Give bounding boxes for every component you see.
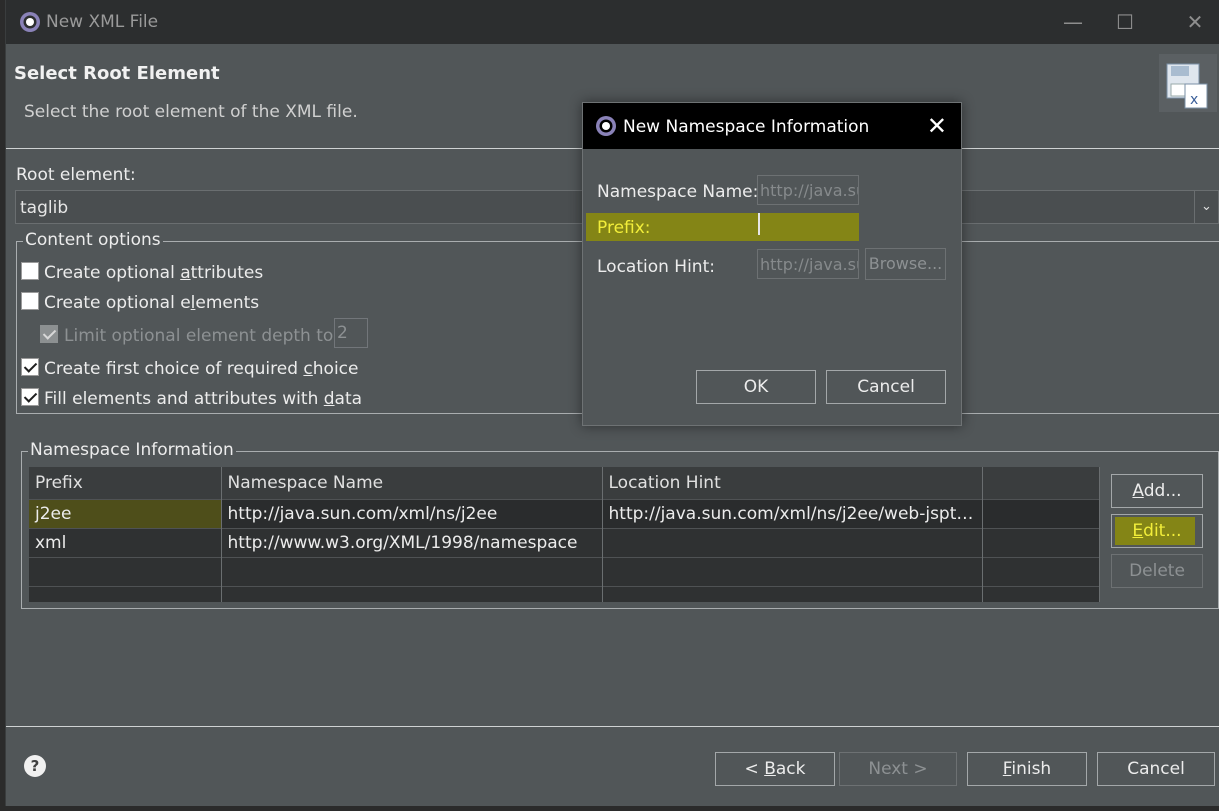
namespace-name-field[interactable]: http://java.su — [757, 175, 859, 205]
table-row-empty — [29, 585, 1100, 602]
close-button[interactable]: ✕ — [1179, 8, 1211, 36]
eclipse-app-icon — [596, 116, 616, 136]
svg-text:x: x — [1190, 92, 1198, 108]
create-first-choice-label[interactable]: Create first choice of required choice — [44, 359, 358, 379]
location-hint-field[interactable]: http://java.su — [757, 249, 859, 279]
dialog-titlebar[interactable]: New Namespace Information ✕ — [583, 103, 961, 149]
window-title: New XML File — [46, 12, 159, 32]
add-namespace-button[interactable]: Add... — [1111, 474, 1203, 508]
namespace-name-label: Namespace Name: — [597, 182, 759, 202]
xml-file-wizard-icon: x — [1159, 54, 1217, 112]
table-row[interactable]: j2ee http://java.sun.com/xml/ns/j2ee htt… — [29, 498, 1100, 528]
maximize-button[interactable]: ☐ — [1109, 8, 1141, 36]
column-namespace-name[interactable]: Namespace Name — [221, 467, 603, 499]
edit-namespace-button[interactable]: Edit... — [1111, 514, 1203, 548]
page-description: Select the root element of the XML file. — [24, 102, 358, 122]
row-namespace-name[interactable]: http://java.sun.com/xml/ns/j2ee — [221, 498, 603, 528]
window-titlebar[interactable]: New XML File — ☐ ✕ — [6, 0, 1219, 44]
table-row-empty — [29, 556, 1100, 586]
location-hint-label: Location Hint: — [597, 257, 715, 277]
column-prefix[interactable]: Prefix — [29, 467, 222, 499]
prefix-field[interactable] — [757, 213, 859, 243]
eclipse-app-icon — [18, 10, 42, 34]
dialog-title: New Namespace Information — [623, 117, 870, 137]
row-location-hint[interactable]: http://java.sun.com/xml/ns/j2ee/web-jspt… — [602, 498, 983, 528]
row-location-hint[interactable] — [602, 527, 983, 557]
prefix-label: Prefix: — [597, 218, 651, 238]
table-row[interactable]: xml http://www.w3.org/XML/1998/namespace — [29, 527, 1100, 557]
finish-button[interactable]: Finish — [967, 752, 1087, 786]
create-optional-elements-checkbox[interactable] — [21, 292, 39, 310]
dialog-close-icon[interactable]: ✕ — [927, 112, 947, 140]
cancel-button[interactable]: Cancel — [1097, 752, 1215, 786]
limit-depth-checkbox — [40, 325, 58, 343]
back-button[interactable]: < Back — [715, 752, 835, 786]
root-element-value: taglib — [20, 198, 69, 218]
page-title: Select Root Element — [14, 63, 220, 84]
minimize-button[interactable]: — — [1057, 8, 1089, 36]
footer-separator — [6, 726, 1219, 727]
limit-depth-label: Limit optional element depth to: — [64, 326, 340, 346]
delete-namespace-button: Delete — [1111, 554, 1203, 588]
root-element-label: Root element: — [16, 165, 136, 185]
namespace-table[interactable]: Prefix Namespace Name Location Hint j2ee… — [29, 467, 1100, 602]
fill-data-label[interactable]: Fill elements and attributes with data — [44, 389, 362, 409]
row-filler — [982, 527, 1100, 557]
row-prefix[interactable]: xml — [29, 527, 222, 557]
namespace-information-legend: Namespace Information — [28, 440, 236, 460]
new-namespace-dialog: New Namespace Information ✕ Namespace Na… — [582, 102, 962, 426]
row-filler — [982, 498, 1100, 528]
browse-button[interactable]: Browse... — [865, 248, 946, 280]
ok-button[interactable]: OK — [696, 370, 816, 404]
row-prefix[interactable]: j2ee — [29, 498, 222, 528]
help-icon[interactable]: ? — [24, 755, 46, 777]
column-filler — [982, 467, 1100, 499]
create-first-choice-checkbox[interactable] — [21, 358, 39, 376]
column-location-hint[interactable]: Location Hint — [602, 467, 983, 499]
create-optional-attributes-label[interactable]: Create optional attributes — [44, 263, 263, 283]
limit-depth-spinner: 2 — [334, 318, 368, 348]
next-button: Next > — [839, 752, 957, 786]
create-optional-elements-label[interactable]: Create optional elements — [44, 293, 259, 313]
dialog-cancel-button[interactable]: Cancel — [826, 370, 946, 404]
content-options-legend: Content options — [23, 230, 163, 250]
fill-data-checkbox[interactable] — [21, 388, 39, 406]
create-optional-attributes-checkbox[interactable] — [21, 262, 39, 280]
row-namespace-name[interactable]: http://www.w3.org/XML/1998/namespace — [221, 527, 603, 557]
chevron-down-icon[interactable]: ⌄ — [1194, 191, 1218, 223]
